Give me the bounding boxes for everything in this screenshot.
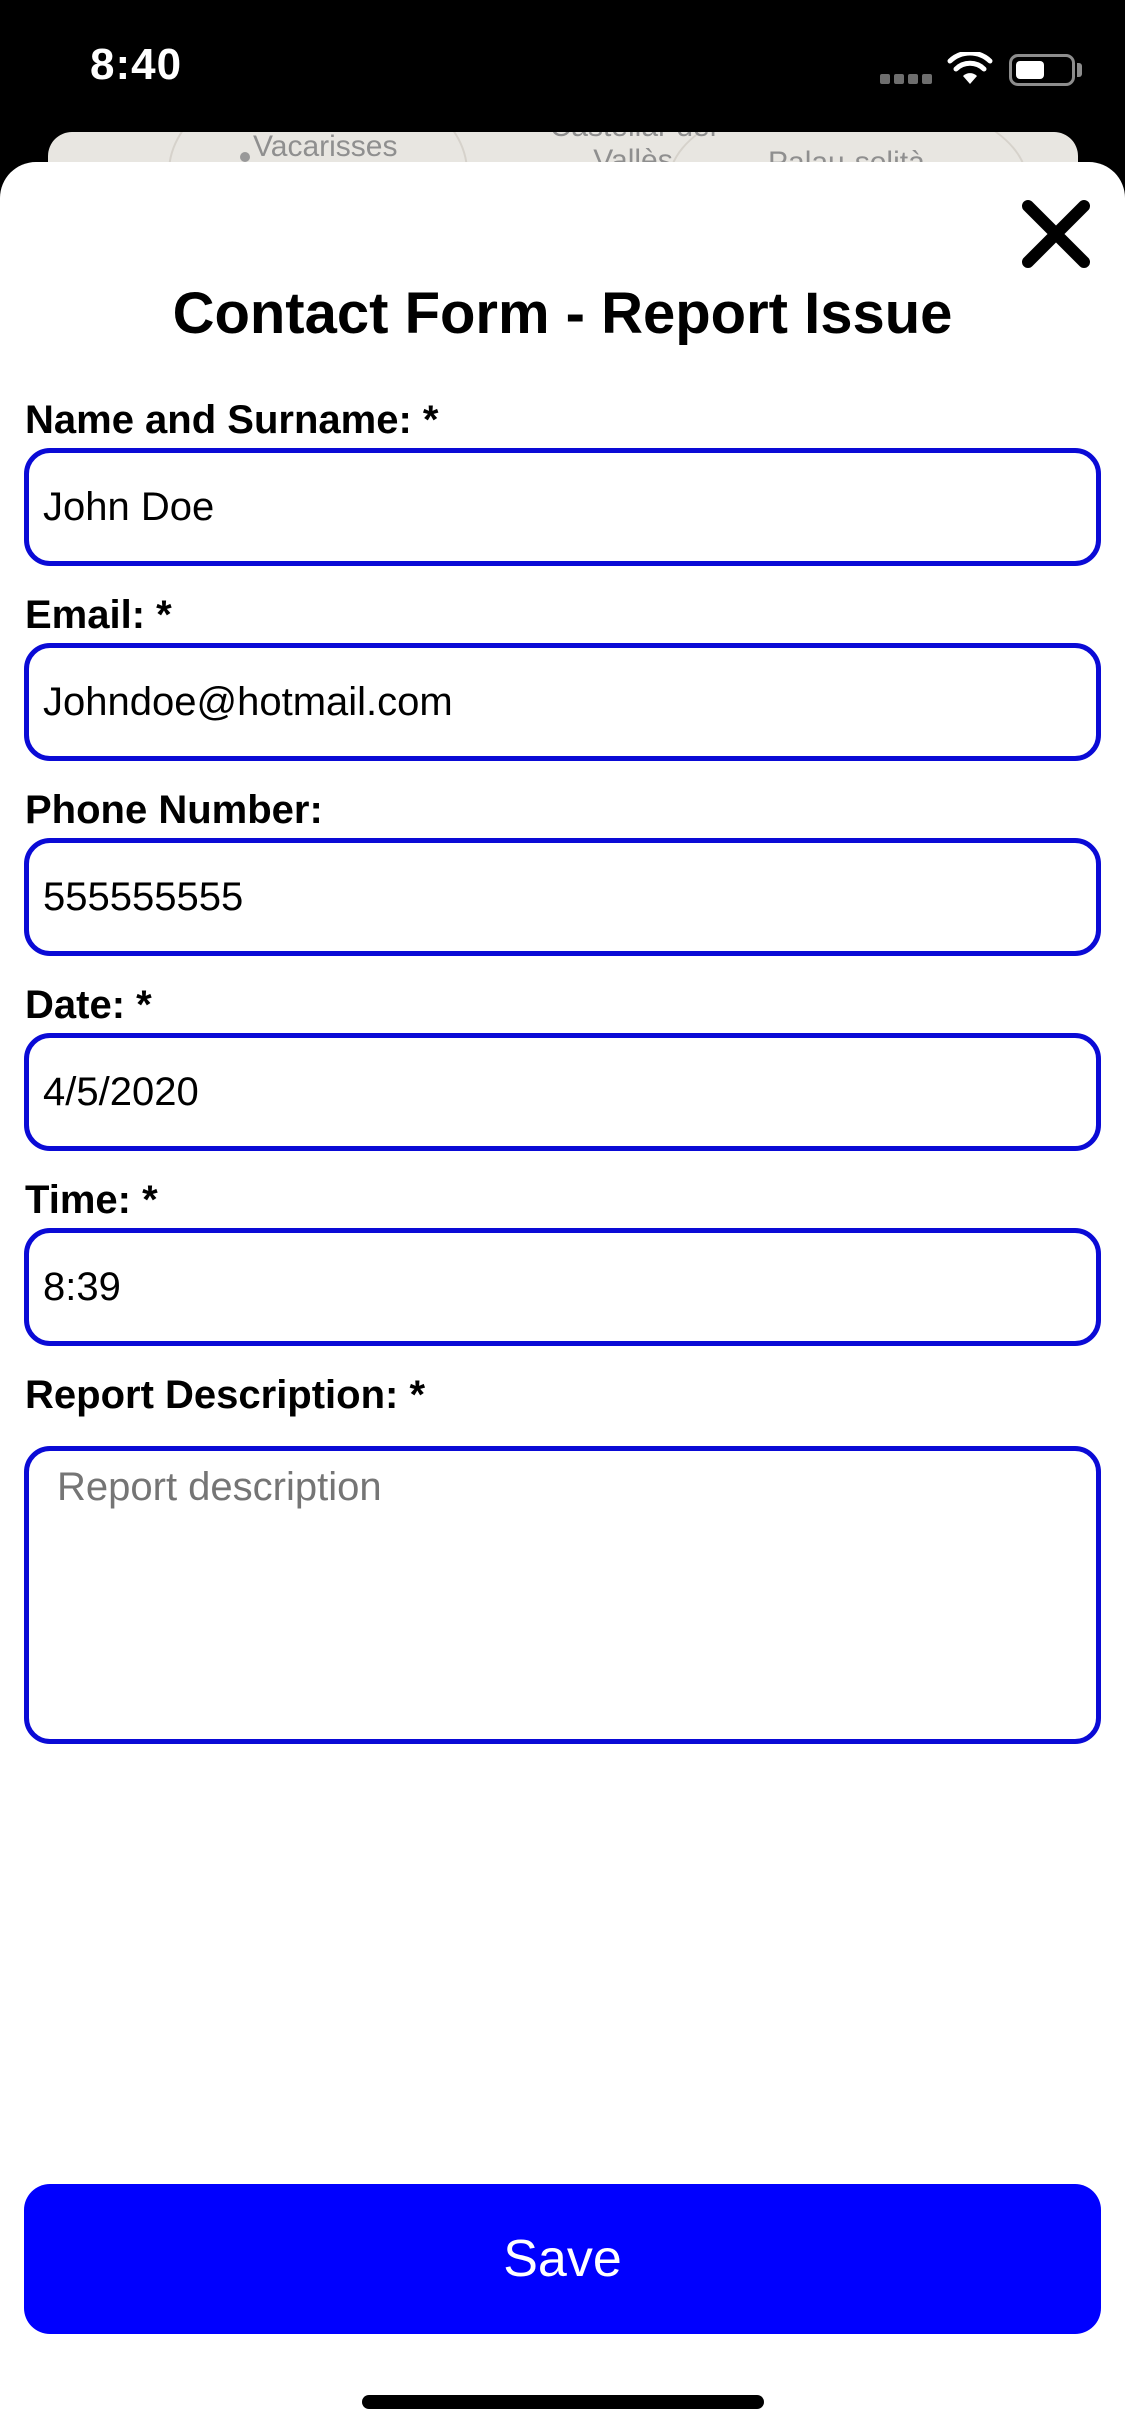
email-label: Email: *	[25, 593, 172, 637]
description-field[interactable]	[24, 1446, 1101, 1744]
save-button[interactable]: Save	[24, 2184, 1101, 2334]
email-field[interactable]	[24, 643, 1101, 761]
app-screen: 8:40 Vacarisses Castellar del Vallès Pal…	[0, 0, 1125, 2436]
time-field[interactable]	[24, 1228, 1101, 1346]
wifi-icon	[947, 52, 993, 84]
time-label: Time: *	[25, 1178, 158, 1222]
cellular-signal-icon	[880, 74, 932, 84]
battery-tip	[1077, 63, 1082, 77]
map-place-marker	[240, 152, 250, 162]
home-indicator	[362, 2395, 764, 2409]
description-label: Report Description: *	[25, 1373, 426, 1417]
status-time: 8:40	[90, 40, 183, 89]
name-field[interactable]	[24, 448, 1101, 566]
battery-icon	[1009, 54, 1075, 86]
phone-label: Phone Number:	[25, 788, 323, 832]
date-label: Date: *	[25, 983, 152, 1027]
name-label: Name and Surname: *	[25, 398, 439, 442]
date-field[interactable]	[24, 1033, 1101, 1151]
close-icon	[1022, 200, 1090, 268]
map-label-vacarisses: Vacarisses	[253, 132, 398, 163]
phone-field[interactable]	[24, 838, 1101, 956]
form-title: Contact Form - Report Issue	[172, 281, 953, 346]
contact-form-sheet: Contact Form - Report Issue Name and Sur…	[0, 162, 1125, 2436]
battery-level	[1016, 61, 1044, 79]
close-button[interactable]	[1018, 196, 1094, 272]
